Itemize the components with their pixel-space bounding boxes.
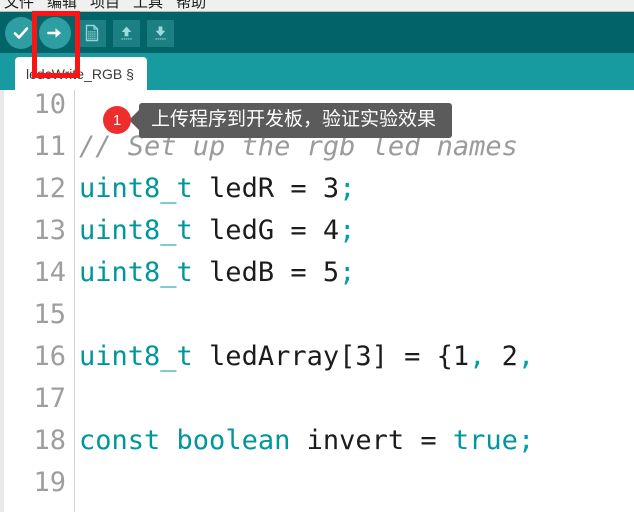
code-token: ,	[469, 341, 486, 372]
code-token: ;	[339, 215, 356, 246]
code-token: ;	[517, 425, 535, 456]
line-number: 10	[33, 90, 66, 120]
code-token: ledG = 4	[192, 215, 340, 246]
tab-label: ledcWrite_RGB §	[26, 65, 134, 82]
code-line: 19	[0, 462, 634, 504]
line-number: 17	[33, 383, 66, 414]
menu-bar-items[interactable]: 文件 编辑 项目 工具 帮助	[4, 0, 219, 11]
code-text[interactable]: const boolean invert = true;	[79, 420, 534, 462]
line-number: 15	[33, 299, 66, 330]
arrow-down-icon	[146, 19, 174, 47]
line-number: 14	[33, 257, 66, 288]
code-token: ;	[339, 173, 356, 204]
code-token: true	[452, 425, 518, 456]
save-sketch-button[interactable]	[144, 17, 176, 49]
code-editor[interactable]: 10 11// Set up the rgb led names 12 uint8_t…	[0, 90, 634, 512]
check-icon	[5, 17, 37, 49]
menu-item-4[interactable]: 帮助	[176, 0, 206, 11]
code-line: 15	[0, 294, 634, 336]
menu-bar: 文件 编辑 项目 工具 帮助	[0, 0, 634, 12]
tab-bar: ledcWrite_RGB §	[0, 53, 634, 90]
new-sketch-button[interactable]	[76, 17, 108, 49]
code-line: 12 uint8_t ledR = 3;	[0, 168, 634, 210]
line-number: 16	[33, 341, 66, 372]
line-number: 13	[33, 215, 66, 246]
code-token: ;	[339, 257, 356, 288]
annotation-text: 上传程序到开发板，验证实验效果	[139, 102, 453, 138]
code-text[interactable]: uint8_t ledB = 5;	[79, 252, 355, 294]
arrow-up-icon	[112, 19, 140, 47]
code-token: 2	[485, 341, 518, 372]
code-text[interactable]: uint8_t ledG = 4;	[79, 210, 355, 252]
line-number: 12	[33, 173, 66, 204]
code-line: 14 uint8_t ledB = 5;	[0, 252, 634, 294]
line-number: 11	[33, 131, 66, 162]
code-token: const	[79, 425, 161, 456]
toolbar	[0, 12, 634, 53]
code-token: invert =	[290, 425, 453, 456]
code-token: uint8_t	[79, 215, 193, 246]
code-token: ledArray[3] = {1	[192, 341, 470, 372]
tab-ledcwrite-rgb[interactable]: ledcWrite_RGB §	[15, 57, 147, 90]
code-token: uint8_t	[79, 257, 193, 288]
upload-button[interactable]	[39, 17, 71, 49]
code-token: uint8_t	[79, 341, 193, 372]
menu-item-3[interactable]: 工具	[133, 0, 163, 11]
line-number: 18	[33, 425, 66, 456]
arduino-ide-window: 文件 编辑 项目 工具 帮助 ledcWrite_RGB § 10 11 // …	[0, 0, 634, 512]
code-line: 16 uint8_t ledArray[3] = {1, 2,	[0, 336, 634, 378]
annotation-badge: 1	[103, 106, 131, 134]
code-text[interactable]: uint8_t ledR = 3;	[79, 168, 355, 210]
code-line: 13 uint8_t ledG = 4;	[0, 210, 634, 252]
code-line: 17	[0, 378, 634, 420]
code-token: uint8_t	[79, 173, 193, 204]
menu-item-2[interactable]: 项目	[90, 0, 120, 11]
menu-item-0[interactable]: 文件	[4, 0, 34, 11]
code-token: ledB = 5	[192, 257, 340, 288]
line-number: 19	[33, 467, 66, 498]
code-token: ledR = 3	[192, 173, 340, 204]
code-token: boolean	[176, 425, 291, 456]
verify-button[interactable]	[5, 17, 37, 49]
new-file-icon	[78, 19, 106, 47]
annotation-callout: 1 上传程序到开发板，验证实验效果	[103, 100, 453, 140]
open-sketch-button[interactable]	[110, 17, 142, 49]
code-token: ,	[517, 341, 535, 372]
menu-item-1[interactable]: 编辑	[47, 0, 77, 11]
code-text[interactable]: uint8_t ledArray[3] = {1, 2,	[79, 336, 534, 378]
code-line: 18 const boolean invert = true;	[0, 420, 634, 462]
arrow-right-icon	[39, 17, 71, 49]
